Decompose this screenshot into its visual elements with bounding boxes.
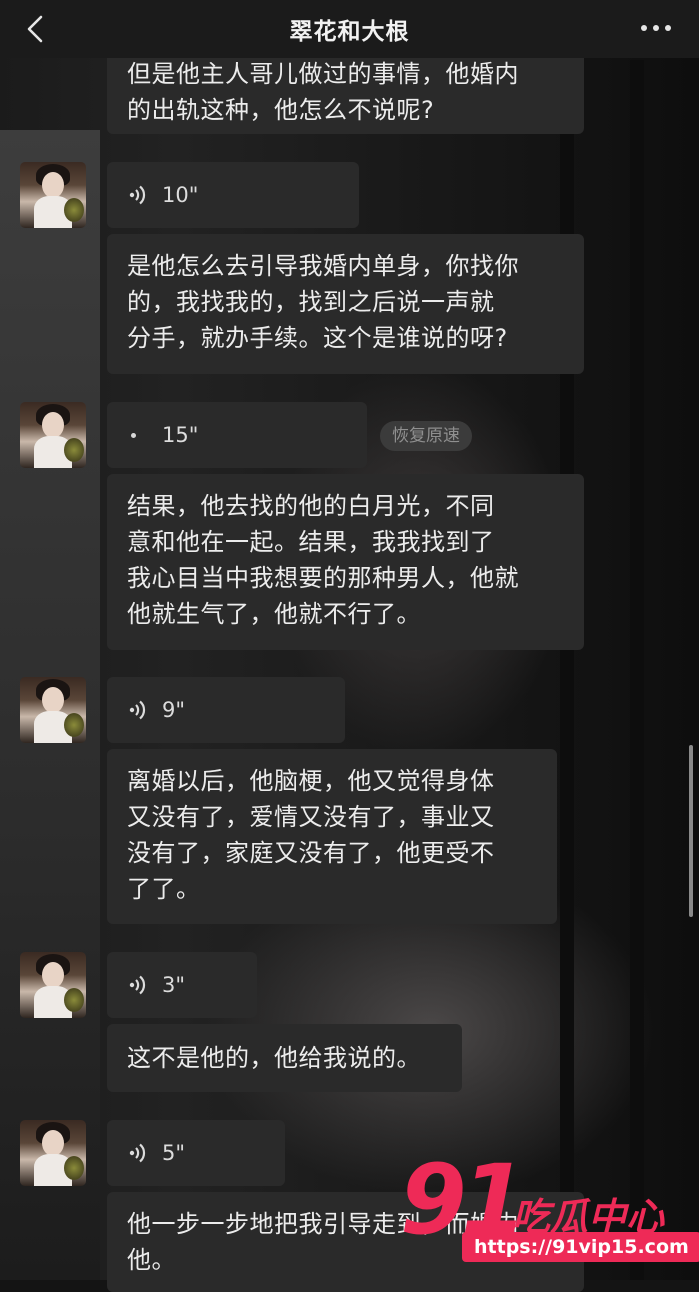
avatar[interactable] <box>20 162 86 228</box>
back-icon[interactable] <box>22 14 50 44</box>
message-line: 没有了，家庭又没有了，他更受不 <box>127 839 495 867</box>
text-message[interactable]: 是他怎么去引导我婚内单身，你找你 的，我找我的，找到之后说一声就 分手，就办手续… <box>107 234 584 374</box>
message-line: 我心目当中我想要的那种男人，他就 <box>127 564 519 592</box>
voice-wave-icon <box>129 1143 146 1163</box>
voice-duration: 5" <box>162 1141 186 1165</box>
restore-speed-button[interactable]: 恢复原速 <box>380 421 472 451</box>
message-line: 离婚以后，他脑梗，他又觉得身体 <box>127 767 495 795</box>
message-line: 结果，他去找的他的白月光，不同 <box>127 492 495 520</box>
voice-wave-icon <box>129 700 146 720</box>
avatar[interactable] <box>20 677 86 743</box>
message-line: 意和他在一起。结果，我我找到了 <box>127 528 495 556</box>
message-list[interactable]: 但是他主人哥儿做过的事情，他婚内 的出轨这种，他怎么不说呢? 10" 是他怎么去… <box>0 0 699 1292</box>
watermark-logo: 91 吃瓜中心 https://91vip15.com <box>400 1150 699 1275</box>
voice-duration: 3" <box>162 973 186 997</box>
text-message[interactable]: 结果，他去找的他的白月光，不同 意和他在一起。结果，我我找到了 我心目当中我想要… <box>107 474 584 650</box>
message-line: 分手，就办手续。这个是谁说的呀? <box>127 324 508 352</box>
voice-message[interactable]: 5" <box>107 1120 285 1186</box>
message-line: 但是他主人哥儿做过的事情，他婚内 <box>127 60 519 88</box>
avatar[interactable] <box>20 402 86 468</box>
message-line: 了了。 <box>127 875 201 903</box>
more-icon[interactable] <box>639 16 673 40</box>
voice-wave-icon <box>129 185 146 205</box>
voice-playing-icon <box>131 433 136 438</box>
message-line: 这不是他的，他给我说的。 <box>127 1044 421 1072</box>
message-line: 是他怎么去引导我婚内单身，你找你 <box>127 252 519 280</box>
voice-message[interactable]: 3" <box>107 952 257 1018</box>
text-message[interactable]: 这不是他的，他给我说的。 <box>107 1024 462 1092</box>
message-line: 他就生气了，他就不行了。 <box>127 600 421 628</box>
scrollbar[interactable] <box>689 745 693 917</box>
voice-wave-icon <box>129 975 146 995</box>
voice-message[interactable]: 9" <box>107 677 345 743</box>
chat-header: 翠花和大根 <box>0 0 699 58</box>
message-line: 的出轨这种，他怎么不说呢? <box>127 96 435 124</box>
voice-duration: 10" <box>162 183 199 207</box>
watermark-url: https://91vip15.com <box>462 1232 699 1262</box>
avatar[interactable] <box>20 1120 86 1186</box>
text-message[interactable]: 离婚以后，他脑梗，他又觉得身体 又没有了，爱情又没有了，事业又 没有了，家庭又没… <box>107 749 557 924</box>
voice-message[interactable]: 15" <box>107 402 367 468</box>
avatar[interactable] <box>20 952 86 1018</box>
voice-message[interactable]: 10" <box>107 162 359 228</box>
voice-duration: 15" <box>162 423 199 447</box>
message-line: 又没有了，爱情又没有了，事业又 <box>127 803 495 831</box>
message-line: 的，我找我的，找到之后说一声就 <box>127 288 495 316</box>
chat-title: 翠花和大根 <box>289 19 410 45</box>
voice-duration: 9" <box>162 698 186 722</box>
